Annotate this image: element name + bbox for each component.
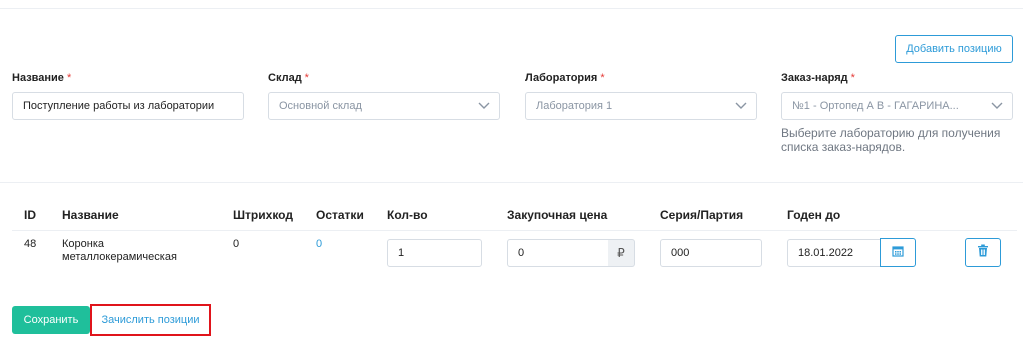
series-value: 000 — [671, 247, 690, 259]
calendar-button[interactable] — [880, 238, 916, 267]
chevron-down-icon — [734, 99, 748, 113]
delete-row-button[interactable] — [965, 238, 1001, 267]
series-input[interactable]: 000 — [660, 239, 762, 267]
required-mark: * — [850, 72, 855, 84]
name-input-value: Поступление работы из лаборатории — [23, 100, 215, 112]
warehouse-select[interactable]: Основной склад — [268, 92, 500, 120]
price-value: 0 — [518, 247, 525, 259]
required-mark: * — [304, 72, 309, 84]
ruble-icon: ₽ — [617, 246, 625, 260]
add-position-button[interactable]: Добавить позицию — [895, 35, 1013, 63]
laboratory-select[interactable]: Лаборатория 1 — [525, 92, 757, 120]
header-purchase-price: Закупочная цена — [507, 208, 608, 222]
row-barcode: 0 — [233, 238, 240, 250]
row-id: 48 — [24, 238, 37, 250]
header-qty: Кол-во — [387, 208, 428, 222]
header-barcode: Штрихкод — [233, 208, 293, 222]
qty-input[interactable]: 1 — [387, 239, 482, 267]
laboratory-label: Лаборатория * — [525, 72, 605, 84]
header-series: Серия/Партия — [660, 208, 744, 222]
laboratory-label-text: Лаборатория — [525, 72, 598, 84]
top-divider — [0, 8, 1023, 9]
section-divider — [0, 182, 1023, 183]
header-expiry: Годен до — [787, 208, 841, 222]
table-header-divider — [12, 230, 1017, 231]
work-order-label-text: Заказ-наряд — [781, 72, 848, 84]
name-label-text: Название — [12, 72, 64, 84]
required-mark: * — [66, 72, 72, 84]
work-order-select[interactable]: №1 - Ортопед А В - ГАГАРИНА... — [781, 92, 1013, 120]
expiry-value: 18.01.2022 — [798, 247, 854, 259]
qty-value: 1 — [398, 247, 405, 259]
save-button[interactable]: Сохранить — [12, 306, 90, 334]
row-stock-link[interactable]: 0 — [316, 238, 322, 250]
work-order-hint: Выберите лабораторию для получения списк… — [781, 126, 1001, 154]
work-order-select-value: №1 - Ортопед А В - ГАГАРИНА... — [792, 100, 959, 112]
required-mark: * — [600, 72, 605, 84]
header-id: ID — [24, 208, 36, 222]
row-name-line1: Коронка — [62, 238, 105, 250]
expiry-input[interactable]: 18.01.2022 — [787, 239, 881, 267]
row-name-line2: металлокерамическая — [62, 251, 177, 263]
warehouse-select-value: Основной склад — [279, 100, 362, 112]
laboratory-select-value: Лаборатория 1 — [536, 100, 613, 112]
currency-addon: ₽ — [608, 239, 635, 267]
warehouse-label: Склад * — [268, 72, 309, 84]
price-input[interactable]: 0 — [507, 239, 609, 267]
work-order-label: Заказ-наряд * — [781, 72, 855, 84]
chevron-down-icon — [990, 99, 1004, 113]
header-stock: Остатки — [316, 208, 364, 222]
credit-positions-button[interactable]: Зачислить позиции — [90, 304, 211, 336]
trash-icon — [977, 244, 989, 262]
name-input[interactable]: Поступление работы из лаборатории — [12, 92, 244, 120]
warehouse-label-text: Склад — [268, 72, 302, 84]
header-name: Название — [62, 208, 119, 222]
calendar-icon — [892, 244, 904, 262]
chevron-down-icon — [477, 99, 491, 113]
name-label: Название * — [12, 72, 71, 84]
